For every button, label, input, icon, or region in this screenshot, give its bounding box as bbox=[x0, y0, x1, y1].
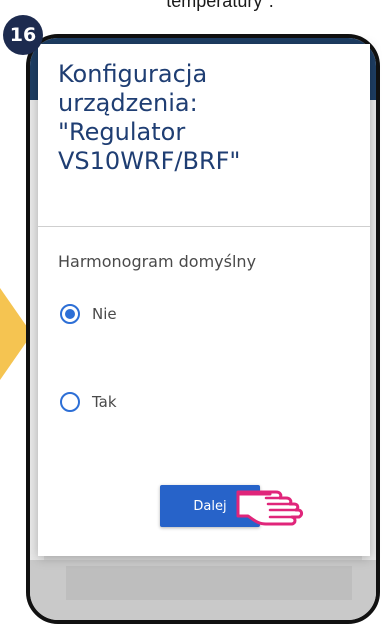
caption-text: temperatury". bbox=[166, 0, 274, 11]
default-schedule-label: Harmonogram domyślny bbox=[58, 252, 257, 271]
instruction-frame: temperatury". 16 Konfiguracja urządzenia… bbox=[0, 0, 392, 631]
dialog-title-line: "Regulator bbox=[58, 118, 186, 146]
step-number-badge: 16 bbox=[3, 15, 43, 55]
configuration-dialog: Konfiguracja urządzenia: "Regulator VS10… bbox=[38, 44, 370, 556]
background-strip bbox=[66, 566, 352, 600]
radio-option-tak[interactable]: Tak bbox=[60, 392, 117, 412]
radio-label-tak: Tak bbox=[92, 393, 117, 411]
dialog-title-line: urządzenia: bbox=[58, 89, 198, 117]
radio-option-nie[interactable]: Nie bbox=[60, 304, 117, 324]
dialog-title: Konfiguracja urządzenia: "Regulator VS10… bbox=[58, 60, 358, 176]
divider bbox=[38, 226, 370, 227]
dialog-title-line: VS10WRF/BRF" bbox=[58, 147, 241, 175]
radio-button-nie[interactable] bbox=[60, 304, 80, 324]
radio-button-tak[interactable] bbox=[60, 392, 80, 412]
pointing-hand-icon bbox=[236, 490, 303, 526]
dialog-title-line: Konfiguracja bbox=[58, 60, 208, 88]
radio-label-nie: Nie bbox=[92, 305, 117, 323]
